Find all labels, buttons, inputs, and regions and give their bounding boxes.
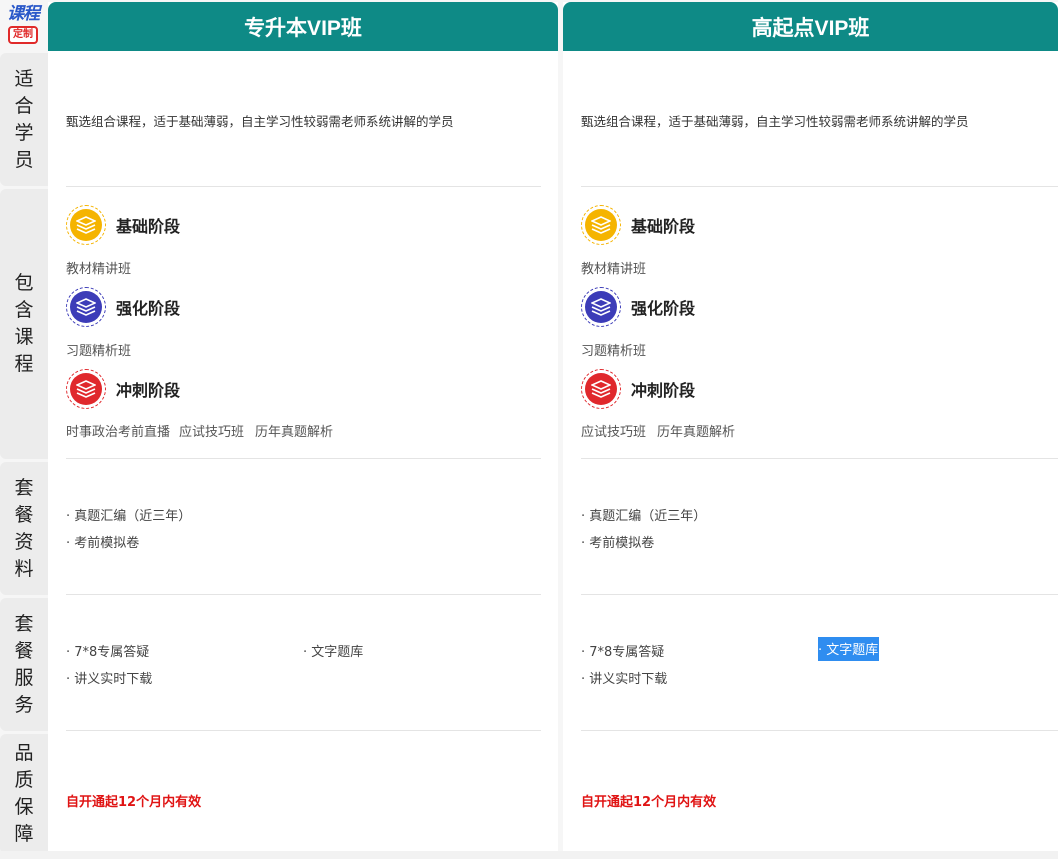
course-item: 时事政治考前直播 <box>66 425 171 440</box>
service-item: · 7*8专属答疑 <box>66 645 150 660</box>
logo-line2: 定制 <box>8 26 38 44</box>
divider <box>581 594 1058 595</box>
package-column: 高起点VIP班 甄选组合课程，适于基础薄弱，自主学习性较弱需老师系统讲解的学员 … <box>563 2 1058 851</box>
stage-sprint: 冲刺阶段 <box>66 369 180 409</box>
course-item: 习题精析班 <box>66 344 132 359</box>
service-item-selected: · 文字题库 <box>818 637 879 661</box>
layers-icon <box>581 205 621 245</box>
row-label-quality: 品质保障 <box>0 734 48 854</box>
course-item: 教材精讲班 <box>581 262 647 277</box>
course-item: 教材精讲班 <box>66 262 132 277</box>
stage-title: 基础阶段 <box>116 217 181 236</box>
suitable-text: 甄选组合课程，适于基础薄弱，自主学习性较弱需老师系统讲解的学员 <box>66 114 454 129</box>
layers-icon <box>66 287 106 327</box>
divider <box>66 730 541 731</box>
stage-title: 冲刺阶段 <box>116 381 181 400</box>
stage-intensive: 强化阶段 <box>66 287 180 327</box>
divider <box>581 730 1058 731</box>
divider <box>66 186 541 187</box>
stage-basic: 基础阶段 <box>581 205 695 245</box>
material-item: · 考前模拟卷 <box>66 536 140 551</box>
divider <box>581 458 1058 459</box>
divider <box>66 458 541 459</box>
divider <box>581 186 1058 187</box>
logo-line1: 课程 <box>7 4 40 24</box>
course-item: 历年真题解析 <box>255 425 334 440</box>
stage-sprint: 冲刺阶段 <box>581 369 695 409</box>
service-item: · 文字题库 <box>303 645 364 660</box>
row-label-courses: 包含课程 <box>0 189 48 459</box>
package-title: 专升本VIP班 <box>48 2 558 51</box>
course-customize-logo: 课程 定制 <box>3 4 43 46</box>
service-item: · 讲义实时下载 <box>581 672 668 687</box>
service-item: · 讲义实时下载 <box>66 672 153 687</box>
bottom-strip <box>0 851 1058 859</box>
course-item: 习题精析班 <box>581 344 647 359</box>
material-item: · 考前模拟卷 <box>581 536 655 551</box>
package-column: 专升本VIP班 甄选组合课程，适于基础薄弱，自主学习性较弱需老师系统讲解的学员 … <box>48 2 558 851</box>
course-item: 应试技巧班 <box>179 425 245 440</box>
service-item: · 7*8专属答疑 <box>581 645 665 660</box>
row-label-materials: 套餐资料 <box>0 462 48 595</box>
stage-title: 基础阶段 <box>631 217 696 236</box>
layers-icon <box>66 369 106 409</box>
material-item: · 真题汇编（近三年） <box>66 509 192 524</box>
stage-title: 冲刺阶段 <box>631 381 696 400</box>
divider <box>66 594 541 595</box>
stage-title: 强化阶段 <box>631 299 696 318</box>
course-item: 历年真题解析 <box>657 425 736 440</box>
layers-icon <box>66 205 106 245</box>
row-label-services: 套餐服务 <box>0 598 48 731</box>
course-item: 应试技巧班 <box>581 425 647 440</box>
stage-title: 强化阶段 <box>116 299 181 318</box>
layers-icon <box>581 369 621 409</box>
layers-icon <box>581 287 621 327</box>
suitable-text: 甄选组合课程，适于基础薄弱，自主学习性较弱需老师系统讲解的学员 <box>581 114 969 129</box>
package-title: 高起点VIP班 <box>563 2 1058 51</box>
stage-intensive: 强化阶段 <box>581 287 695 327</box>
validity-text: 自开通起12个月内有效 <box>581 795 717 810</box>
row-label-suitable: 适合学员 <box>0 53 48 186</box>
validity-text: 自开通起12个月内有效 <box>66 795 202 810</box>
material-item: · 真题汇编（近三年） <box>581 509 707 524</box>
stage-basic: 基础阶段 <box>66 205 180 245</box>
